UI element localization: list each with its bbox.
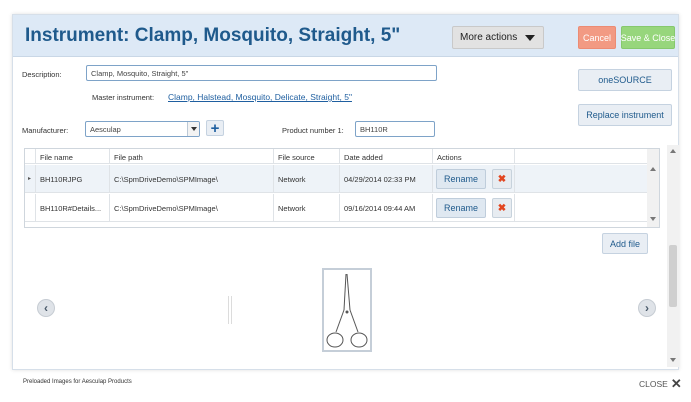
column-header-empty <box>514 149 647 163</box>
close-button[interactable]: CLOSE ✕ <box>639 377 682 390</box>
cancel-button[interactable]: Cancel <box>578 26 616 49</box>
cell-date-added: 04/29/2014 02:33 PM <box>339 165 432 192</box>
table-row[interactable]: BH110R#Details... C:\SpmDriveDemo\SPMIma… <box>25 194 647 222</box>
onesource-button[interactable]: oneSOURCE <box>578 69 672 91</box>
table-row[interactable]: ▸ BH110RJPG C:\SpmDriveDemo\SPMImage\ Ne… <box>25 165 647 193</box>
column-header-actions: Actions <box>432 149 514 163</box>
description-label: Description: <box>22 70 62 79</box>
cell-empty <box>514 194 647 221</box>
column-header-date-added[interactable]: Date added <box>339 149 432 163</box>
instrument-image[interactable] <box>322 268 372 352</box>
page-scroll-up-icon[interactable] <box>670 149 676 153</box>
dialog-header: Instrument: Clamp, Mosquito, Straight, 5… <box>13 15 678 57</box>
cell-file-source: Network <box>273 165 339 192</box>
column-header-file-path[interactable]: File path <box>109 149 273 163</box>
product-number-label: Product number 1: <box>282 126 344 135</box>
column-header-file-source[interactable]: File source <box>273 149 339 163</box>
scroll-up-icon[interactable] <box>650 167 656 171</box>
page-scroll-thumb[interactable] <box>669 245 677 307</box>
dropdown-arrow-icon[interactable] <box>187 122 199 136</box>
files-grid: File name File path File source Date add… <box>24 148 660 228</box>
cell-file-path: C:\SpmDriveDemo\SPMImage\ <box>109 194 273 221</box>
cell-file-path: C:\SpmDriveDemo\SPMImage\ <box>109 165 273 192</box>
close-label: CLOSE <box>639 378 668 389</box>
row-indicator-icon: ▸ <box>28 176 32 182</box>
grid-scrollbar[interactable] <box>647 149 659 227</box>
cell-file-name: BH110R#Details... <box>35 194 109 221</box>
page-title: Instrument: Clamp, Mosquito, Straight, 5… <box>25 25 401 46</box>
cell-actions: Rename ✖ <box>432 194 514 221</box>
gallery-prev-icon[interactable]: ‹ <box>37 299 55 317</box>
gallery-next-icon[interactable]: › <box>638 299 656 317</box>
rename-button[interactable]: Rename <box>436 169 486 189</box>
save-close-button[interactable]: Save & Close <box>621 26 675 49</box>
delete-icon[interactable]: ✖ <box>492 169 512 189</box>
thumbnail-placeholder[interactable] <box>228 296 232 324</box>
manufacturer-value: Aesculap <box>90 125 121 134</box>
cell-actions: Rename ✖ <box>432 165 514 192</box>
replace-instrument-button[interactable]: Replace instrument <box>578 104 672 126</box>
close-icon: ✕ <box>670 376 682 391</box>
master-instrument-label: Master instrument: <box>92 93 155 102</box>
description-input[interactable]: Clamp, Mosquito, Straight, 5" <box>86 65 437 81</box>
cell-file-name: BH110RJPG <box>35 165 109 192</box>
grid-header: File name File path File source Date add… <box>25 149 647 164</box>
scroll-down-icon[interactable] <box>650 217 656 221</box>
cell-file-source: Network <box>273 194 339 221</box>
rename-button[interactable]: Rename <box>436 198 486 218</box>
add-file-button[interactable]: Add file <box>602 233 648 254</box>
manufacturer-label: Manufacturer: <box>22 126 69 135</box>
preloaded-images-text: Preloaded Images for Aesculap Products <box>23 379 132 385</box>
add-manufacturer-button[interactable]: + <box>206 120 224 136</box>
more-actions-button[interactable]: More actions <box>452 26 544 49</box>
page-scrollbar[interactable] <box>667 145 679 367</box>
caret-down-icon <box>525 35 535 41</box>
cell-date-added: 09/16/2014 09:44 AM <box>339 194 432 221</box>
page-scroll-down-icon[interactable] <box>670 358 676 362</box>
cell-empty <box>514 165 647 192</box>
clamp-image <box>326 273 368 348</box>
master-instrument-link[interactable]: Clamp, Halstead, Mosquito, Delicate, Str… <box>168 92 352 102</box>
app-frame: Instrument: Clamp, Mosquito, Straight, 5… <box>0 0 691 402</box>
delete-icon[interactable]: ✖ <box>492 198 512 218</box>
column-header-file-name[interactable]: File name <box>35 149 109 163</box>
manufacturer-select[interactable]: Aesculap <box>85 121 200 137</box>
more-actions-label: More actions <box>460 32 518 43</box>
product-number-input[interactable]: BH110R <box>355 121 435 137</box>
